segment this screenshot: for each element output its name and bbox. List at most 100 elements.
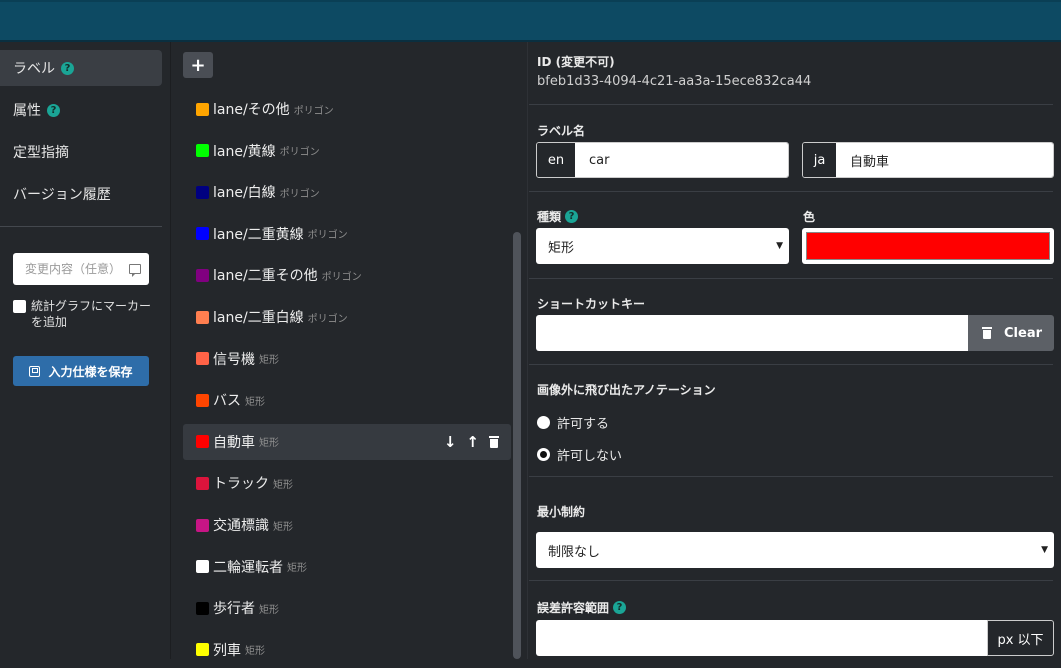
radio-allow[interactable] — [537, 416, 550, 429]
label-row-actions: ↓ ↑ — [444, 433, 511, 451]
label-color-swatch — [196, 227, 209, 241]
label-name: lane/二重黄線 — [213, 226, 304, 243]
divider — [529, 191, 1053, 192]
help-icon[interactable]: ? — [47, 103, 60, 117]
nav-item-standard-comments[interactable]: 定型指摘 — [0, 134, 162, 170]
chevron-down-icon: ▼ — [776, 241, 783, 251]
outside-allow-label: 許可する — [557, 417, 610, 432]
label-name: lane/白線 — [213, 185, 276, 202]
label-list-item[interactable]: lane/その他 ポリゴン — [183, 91, 511, 127]
label-list-item[interactable]: 自動車 矩形 ↓ ↑ — [183, 423, 511, 460]
delete-icon[interactable] — [489, 435, 499, 448]
label-detail-panel: ID (変更不可) bfeb1d33-4094-4c21-aa3a-15ece8… — [529, 42, 1061, 659]
min-constraint-select[interactable]: 制限なし ▼ — [536, 532, 1054, 568]
marker-checkbox-row[interactable]: 統計グラフにマーカーを追加 — [13, 298, 153, 330]
tolerance-unit: px 以下 — [987, 620, 1054, 656]
name-ja-field[interactable]: ja 自動車 — [802, 142, 1054, 178]
label-kind: 矩形 — [259, 438, 279, 450]
add-label-button[interactable]: + — [183, 52, 213, 78]
label-name: 列車 — [213, 642, 241, 659]
label-list-item[interactable]: 交通標識 矩形 — [183, 507, 511, 543]
outside-allow-option[interactable]: 許可する — [537, 413, 609, 432]
label-name: lane/黄線 — [213, 143, 276, 160]
tolerance-heading: 誤差許容範囲 ? — [537, 599, 627, 616]
nav-item-version-history-text: バージョン履歴 — [13, 187, 111, 203]
tolerance-heading-text: 誤差許容範囲 — [537, 601, 610, 615]
nav-item-attribute[interactable]: 属性 ? — [0, 92, 162, 128]
clear-shortcut-button[interactable]: Clear — [968, 315, 1054, 351]
save-spec-button[interactable]: 入力仕様を保存 — [13, 356, 149, 386]
name-ja-input[interactable]: 自動車 — [836, 143, 1053, 177]
label-list-item[interactable]: lane/白線 ポリゴン — [183, 174, 511, 210]
label-name: 歩行者 — [213, 601, 255, 618]
label-kind: 矩形 — [259, 604, 279, 616]
tolerance-input[interactable] — [536, 620, 987, 656]
trash-icon — [982, 327, 992, 339]
outside-annotation-heading: 画像外に飛び出たアノテーション — [537, 383, 716, 397]
color-heading: 色 — [803, 210, 816, 224]
type-heading-text: 種類 — [537, 210, 562, 224]
divider — [529, 278, 1053, 279]
label-list-item[interactable]: 信号機 矩形 — [183, 341, 511, 377]
label-list-item[interactable]: 列車 矩形 — [183, 632, 511, 668]
help-icon[interactable]: ? — [61, 61, 74, 75]
min-constraint-heading: 最小制約 — [537, 505, 586, 519]
help-icon[interactable]: ? — [613, 601, 627, 614]
label-list-item[interactable]: lane/二重白線 ポリゴン — [183, 299, 511, 335]
label-color-swatch — [196, 518, 209, 532]
label-name: lane/その他 — [213, 102, 290, 118]
label-name: 二輪運転者 — [213, 559, 283, 576]
id-label: ID (変更不可) — [537, 55, 615, 69]
label-name-heading: ラベル名 — [537, 124, 586, 138]
label-color-swatch — [196, 268, 209, 282]
label-color-swatch — [196, 185, 209, 199]
outside-deny-option[interactable]: 許可しない — [537, 445, 622, 464]
marker-checkbox-label: 統計グラフにマーカーを追加 — [31, 299, 152, 329]
change-comment-input[interactable] — [25, 262, 125, 276]
move-down-icon[interactable]: ↓ — [444, 433, 457, 451]
divider — [529, 364, 1053, 365]
label-list-item[interactable]: 歩行者 矩形 — [183, 590, 511, 626]
color-swatch — [806, 232, 1050, 260]
type-select[interactable]: 矩形 ▼ — [536, 228, 789, 264]
label-color-swatch — [196, 102, 209, 116]
change-comment-field[interactable] — [13, 253, 149, 285]
nav-item-version-history[interactable]: バージョン履歴 — [0, 176, 162, 212]
id-value: bfeb1d33-4094-4c21-aa3a-15ece832ca44 — [537, 74, 812, 89]
top-bar — [0, 0, 1061, 42]
label-list-item[interactable]: トラック 矩形 — [183, 465, 511, 501]
label-kind: ポリゴン — [307, 313, 348, 325]
label-list-item[interactable]: lane/二重黄線 ポリゴン — [183, 216, 511, 252]
name-en-field[interactable]: en car — [536, 142, 789, 178]
nav-item-label-text: ラベル — [13, 61, 55, 77]
label-list-item[interactable]: lane/二重その他 ポリゴン — [183, 257, 511, 293]
label-name: lane/二重白線 — [213, 310, 304, 326]
label-color-swatch — [196, 643, 209, 657]
label-kind: 矩形 — [259, 355, 279, 367]
chevron-down-icon: ▼ — [1041, 545, 1048, 555]
label-list-item[interactable]: lane/黄線 ポリゴン — [183, 133, 511, 169]
left-navigation: ラベル ? 属性 ? 定型指摘 バージョン履歴 統計グラフにマーカーを追加 入力… — [0, 42, 170, 659]
label-list-item[interactable]: バス 矩形 — [183, 382, 511, 418]
label-kind: ポリゴン — [279, 147, 320, 159]
help-icon[interactable]: ? — [565, 210, 579, 223]
label-kind: 矩形 — [245, 396, 265, 408]
label-kind: ポリゴン — [293, 105, 334, 117]
shortcut-input[interactable] — [536, 315, 968, 351]
label-color-swatch — [196, 352, 209, 366]
label-color-swatch — [196, 476, 209, 490]
name-en-input[interactable]: car — [575, 143, 788, 177]
lang-tag-en: en — [537, 143, 575, 177]
divider — [529, 104, 1053, 105]
nav-item-label[interactable]: ラベル ? — [0, 50, 162, 86]
nav-divider — [0, 226, 162, 227]
radio-deny[interactable] — [537, 448, 550, 461]
label-kind: 矩形 — [273, 521, 293, 533]
color-picker[interactable] — [802, 228, 1054, 264]
move-up-icon[interactable]: ↑ — [466, 433, 479, 451]
comment-icon — [129, 264, 141, 277]
marker-checkbox[interactable] — [13, 300, 26, 313]
scrollbar-thumb[interactable] — [513, 232, 521, 659]
label-list-item[interactable]: 二輪運転者 矩形 — [183, 549, 511, 585]
label-color-swatch — [196, 435, 209, 449]
